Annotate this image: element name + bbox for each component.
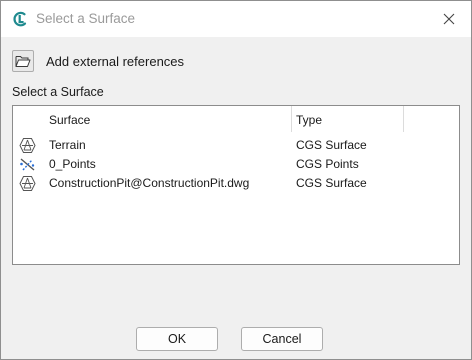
- ok-button[interactable]: OK: [136, 327, 218, 351]
- title-bar: Select a Surface: [1, 1, 471, 37]
- table-row[interactable]: Terrain CGS Surface: [13, 136, 459, 155]
- folder-open-icon: [15, 56, 31, 67]
- window-title: Select a Surface: [36, 11, 136, 26]
- table-row[interactable]: ConstructionPit@ConstructionPit.dwg CGS …: [13, 174, 459, 193]
- surface-name: 0_Points: [49, 157, 96, 171]
- column-divider[interactable]: [291, 106, 292, 132]
- cancel-button[interactable]: Cancel: [241, 327, 323, 351]
- select-surface-dialog: Select a Surface Add external references…: [0, 0, 472, 360]
- add-references-button[interactable]: [12, 50, 34, 72]
- surface-name: Terrain: [49, 138, 86, 152]
- surface-name: ConstructionPit@ConstructionPit.dwg: [49, 176, 250, 190]
- column-divider[interactable]: [403, 106, 404, 132]
- points-icon: [19, 156, 36, 173]
- surface-type: CGS Surface: [296, 138, 367, 152]
- surface-type: CGS Surface: [296, 176, 367, 190]
- close-button[interactable]: [429, 3, 469, 35]
- select-surface-label: Select a Surface: [12, 85, 104, 99]
- add-references-label[interactable]: Add external references: [46, 54, 184, 69]
- civil-app-icon: [11, 10, 29, 28]
- column-header-surface[interactable]: Surface: [49, 113, 90, 127]
- surface-list[interactable]: Surface Type Terrain CGS Surface 0_Point…: [12, 105, 460, 265]
- surface-icon: [19, 137, 36, 154]
- add-external-references[interactable]: Add external references: [12, 48, 184, 74]
- surface-icon: [19, 175, 36, 192]
- close-icon: [443, 13, 455, 25]
- list-header: Surface Type: [13, 106, 459, 132]
- table-row[interactable]: 0_Points CGS Points: [13, 155, 459, 174]
- surface-type: CGS Points: [296, 157, 359, 171]
- column-header-type[interactable]: Type: [296, 113, 322, 127]
